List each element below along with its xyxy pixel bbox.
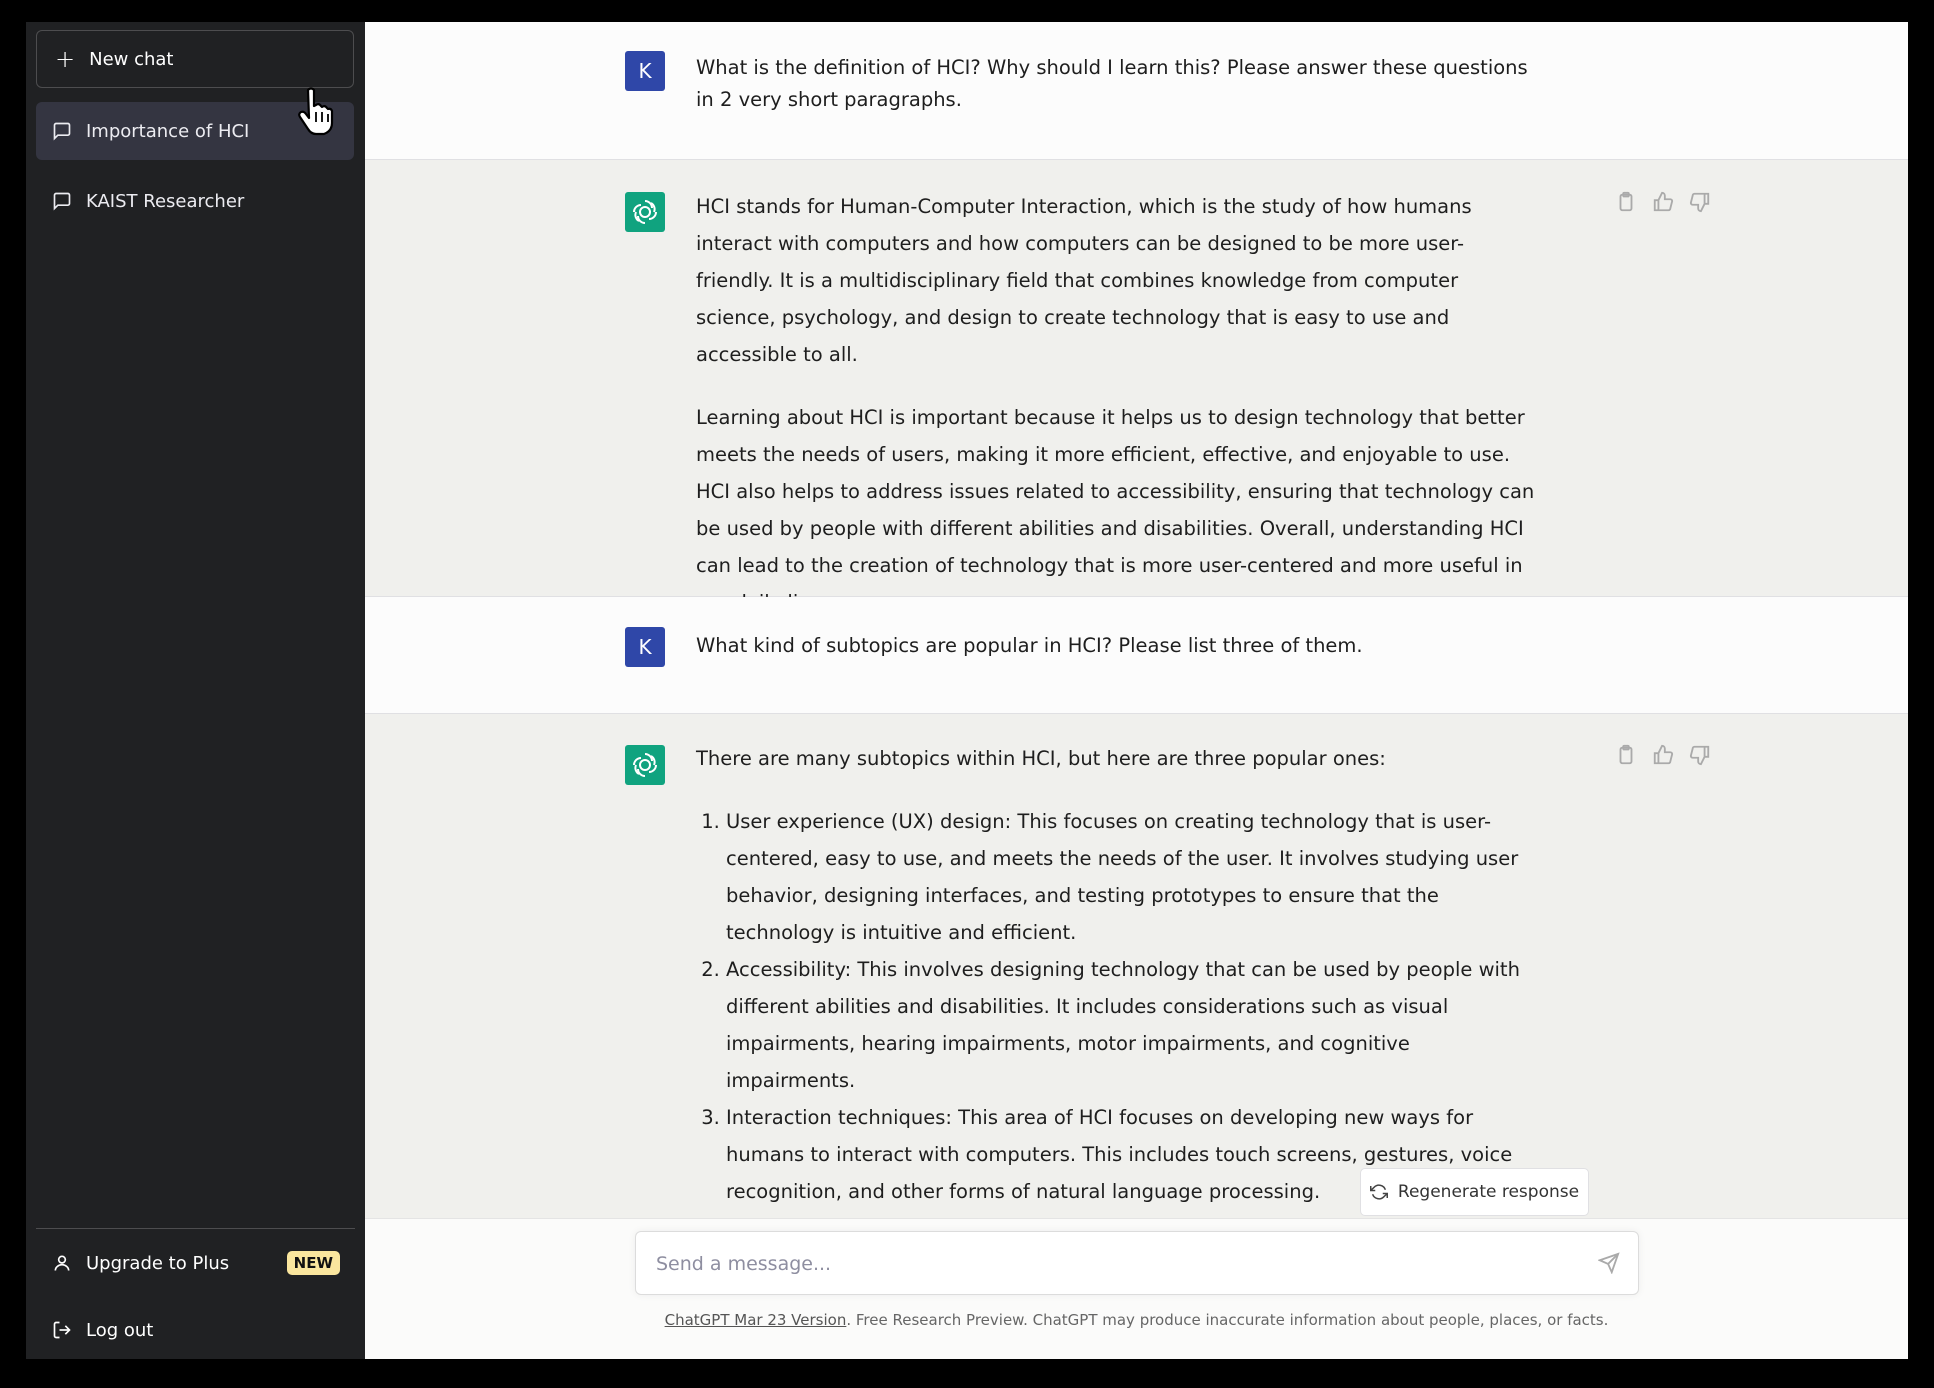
sidebar-divider <box>36 1228 355 1229</box>
assistant-message-text: HCI stands for Human-Computer Interactio… <box>696 188 1536 647</box>
list-item: Accessibility: This involves designing t… <box>726 951 1536 1099</box>
message-actions <box>1615 191 1711 213</box>
assistant-message-text: There are many subtopics within HCI, but… <box>696 740 1536 1210</box>
thumbs-down-icon[interactable] <box>1689 191 1711 213</box>
composer: ChatGPT Mar 23 Version. Free Research Pr… <box>365 1218 1908 1359</box>
copy-icon[interactable] <box>1615 744 1637 766</box>
footer-disclaimer: ChatGPT Mar 23 Version. Free Research Pr… <box>365 1311 1908 1329</box>
log-out-button[interactable]: Log out <box>36 1303 354 1357</box>
paragraph: HCI stands for Human-Computer Interactio… <box>696 195 1472 366</box>
footer-text: . Free Research Preview. ChatGPT may pro… <box>846 1311 1609 1329</box>
regenerate-response-button[interactable]: Regenerate response <box>1360 1168 1589 1216</box>
message-input-box <box>635 1231 1639 1296</box>
chat-main: K What is the definition of HCI? Why sho… <box>365 22 1908 1359</box>
paragraph: Learning about HCI is important because … <box>696 406 1535 614</box>
send-icon[interactable] <box>1598 1252 1620 1274</box>
chat-bubble-icon <box>53 122 71 141</box>
user-message: K What is the definition of HCI? Why sho… <box>365 22 1908 160</box>
assistant-message: There are many subtopics within HCI, but… <box>365 714 1908 1218</box>
openai-logo-icon <box>633 200 657 224</box>
copy-icon[interactable] <box>1615 191 1637 213</box>
sidebar-item-label: Importance of HCI <box>86 120 250 142</box>
user-icon <box>54 1255 70 1271</box>
app-window: + New chat Importance of HCI KAIST Resea… <box>26 22 1908 1359</box>
new-chat-label: New chat <box>89 48 174 70</box>
upgrade-label: Upgrade to Plus <box>86 1252 230 1274</box>
thumbs-up-icon[interactable] <box>1652 191 1674 213</box>
chat-bubble-icon <box>53 192 71 211</box>
message-actions <box>1615 744 1711 766</box>
user-avatar: K <box>625 51 665 91</box>
assistant-message: HCI stands for Human-Computer Interactio… <box>365 160 1908 614</box>
refresh-icon <box>1369 1184 1388 1200</box>
chatgpt-avatar <box>625 192 665 232</box>
logout-icon <box>53 1321 71 1339</box>
user-message-text: What is the definition of HCI? Why shoul… <box>696 56 1528 111</box>
openai-logo-icon <box>633 753 657 777</box>
sidebar-item-label: KAIST Researcher <box>86 190 245 212</box>
thumbs-up-icon[interactable] <box>1652 744 1674 766</box>
version-link[interactable]: ChatGPT Mar 23 Version <box>665 1311 847 1329</box>
sidebar-item-kaist-researcher[interactable]: KAIST Researcher <box>36 172 354 230</box>
user-avatar: K <box>625 627 665 667</box>
user-message-text: What kind of subtopics are popular in HC… <box>696 634 1363 657</box>
paragraph: There are many subtopics within HCI, but… <box>696 747 1386 770</box>
list-item: User experience (UX) design: This focuse… <box>726 803 1536 951</box>
new-chat-button[interactable]: + New chat <box>36 30 354 88</box>
plus-icon: + <box>55 45 76 73</box>
numbered-list: User experience (UX) design: This focuse… <box>696 803 1536 1210</box>
sidebar: + New chat Importance of HCI KAIST Resea… <box>26 22 365 1359</box>
thumbs-down-icon[interactable] <box>1689 744 1711 766</box>
hand-cursor-icon <box>298 87 334 136</box>
chatgpt-avatar <box>625 745 665 785</box>
new-badge: NEW <box>286 1251 340 1275</box>
logout-label: Log out <box>86 1319 154 1341</box>
user-message: K What kind of subtopics are popular in … <box>365 597 1908 714</box>
message-input[interactable] <box>654 1232 1578 1296</box>
upgrade-to-plus-button[interactable]: Upgrade to Plus NEW <box>36 1236 354 1290</box>
regenerate-label: Regenerate response <box>1397 1182 1580 1202</box>
